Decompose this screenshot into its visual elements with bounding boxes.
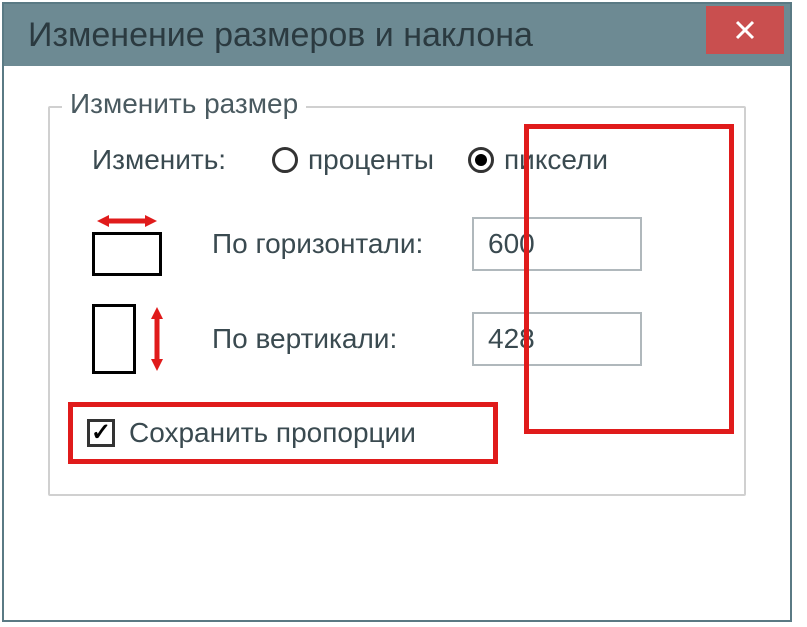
vertical-label: По вертикали: (212, 322, 452, 356)
radio-pixels-label: пиксели (504, 144, 608, 176)
radio-percent[interactable]: проценты (272, 144, 434, 176)
arrow-vertical-icon (148, 307, 166, 371)
arrow-horizontal-icon (97, 212, 157, 230)
resize-by-row: Изменить: проценты пиксели (80, 138, 714, 182)
rect-vertical-icon (92, 304, 136, 374)
close-button[interactable] (706, 6, 784, 54)
radio-pixels[interactable]: пиксели (464, 138, 618, 182)
resize-group: Изменить размер Изменить: проценты пиксе… (48, 106, 746, 496)
radio-circle-icon (272, 147, 298, 173)
close-icon (733, 18, 757, 42)
radio-percent-label: проценты (308, 144, 434, 176)
dialog-content: Изменить размер Изменить: проценты пиксе… (4, 66, 790, 516)
horizontal-row: По горизонтали: (80, 212, 714, 276)
keep-ratio-row[interactable]: Сохранить пропорции (68, 402, 498, 464)
radio-circle-selected-icon (468, 147, 494, 173)
titlebar[interactable]: Изменение размеров и наклона (4, 4, 790, 66)
resize-by-label: Изменить: (92, 144, 252, 176)
horizontal-input[interactable] (472, 217, 642, 271)
keep-ratio-checkbox[interactable] (87, 419, 115, 447)
vertical-input[interactable] (472, 312, 642, 366)
vertical-row: По вертикали: (80, 304, 714, 374)
window-title: Изменение размеров и наклона (28, 16, 533, 55)
resize-skew-dialog: Изменение размеров и наклона Изменить ра… (2, 2, 792, 622)
radio-group: проценты пиксели (272, 138, 618, 182)
keep-ratio-label: Сохранить пропорции (129, 417, 416, 449)
group-legend: Изменить размер (62, 88, 306, 120)
horizontal-label: По горизонтали: (212, 227, 452, 261)
vertical-icon (92, 304, 192, 374)
rect-horizontal-icon (92, 232, 162, 276)
horizontal-icon (92, 212, 192, 276)
